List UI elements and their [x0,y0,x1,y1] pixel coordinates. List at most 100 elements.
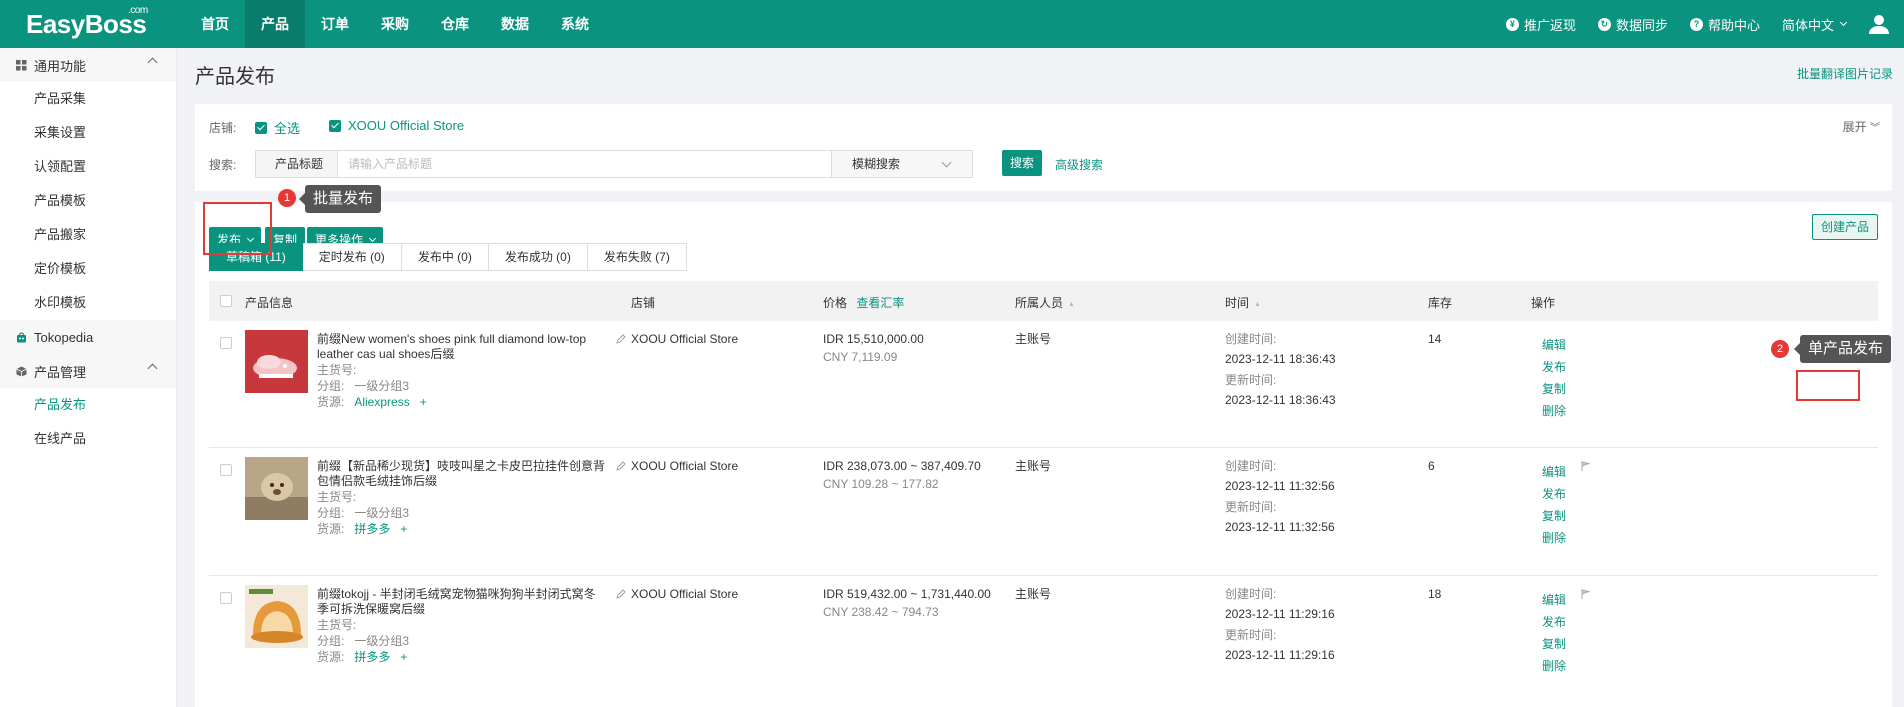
language-selector[interactable]: 简体中文 [1782,15,1848,34]
product-name[interactable]: 前缀tokojj - 半封闭毛绒窝宠物猫咪狗狗半封闭式窝冬季可拆洗保暖窝后缀 [317,587,607,617]
search-mode-select[interactable]: 模糊搜索 [832,151,972,177]
nav-data[interactable]: 数据 [485,0,545,48]
sidebar-item-claim-config[interactable]: 认领配置 [0,150,176,184]
help-center-link[interactable]: ? 帮助中心 [1689,15,1760,34]
product-source: 货源: Aliexpress + [317,395,427,410]
search-type-label[interactable]: 产品标题 [256,151,338,177]
source-link[interactable]: 拼多多 [354,650,390,664]
data-sync-link[interactable]: ↻ 数据同步 [1597,15,1668,34]
group-value: 一级分组3 [354,379,410,393]
nav-products[interactable]: 产品 [245,0,305,48]
copy-row-button[interactable]: 复制 [1542,380,1566,397]
publish-button[interactable]: 发布 [1542,485,1566,502]
sidebar-item-collect-settings[interactable]: 采集设置 [0,116,176,150]
select-all-label: 全选 [274,121,301,136]
edit-pencil-icon[interactable] [616,334,626,344]
product-name[interactable]: 前缀【新品稀少现货】吱吱叫星之卡皮巴拉挂件创意背包情侣款毛绒挂饰后缀 [317,459,607,489]
publish-button[interactable]: 发布 [1542,358,1566,375]
sidebar-item-product-move[interactable]: 产品搬家 [0,218,176,252]
search-button[interactable]: 搜索 [1002,150,1043,176]
add-source-icon[interactable]: + [400,650,407,664]
row-checkbox[interactable] [220,337,232,349]
sidebar-item-watermark-template[interactable]: 水印模板 [0,286,176,320]
row-created-time: 2023-12-11 11:32:56 [1225,479,1335,493]
sort-icon: ▲ [1254,301,1261,308]
product-group: 分组: 一级分组3 [317,506,409,521]
col-owner[interactable]: 所属人员 ▲ [1015,294,1075,311]
row-checkbox[interactable] [220,464,232,476]
row-checkbox[interactable] [220,592,232,604]
col-stock: 库存 [1428,296,1453,310]
sidebar-item-product-template[interactable]: 产品模板 [0,184,176,218]
grid-icon [16,59,27,70]
store-checkbox[interactable]: XOOU Official Store [329,118,464,133]
row-price-cny: CNY 238.42 ~ 794.73 [823,605,939,619]
nav-home[interactable]: 首页 [185,0,245,48]
top-right-menu: ¥ 推广返现 ↻ 数据同步 ? 帮助中心 简体中文 [1505,0,1904,48]
product-thumbnail[interactable] [245,330,308,393]
add-source-icon[interactable]: + [420,395,427,409]
batch-translate-record-link[interactable]: 批量翻译图片记录 [1797,65,1893,82]
tab-published[interactable]: 发布成功 (0) [488,243,588,271]
search-input[interactable]: 请输入产品标题 [338,151,832,177]
page-title: 产品发布 [195,66,275,88]
edit-pencil-icon[interactable] [616,589,626,599]
product-thumbnail[interactable] [245,457,308,520]
sku-label: 主货号: [317,490,357,504]
create-product-button[interactable]: 创建产品 [1811,214,1878,240]
source-link[interactable]: Aliexpress [354,395,409,409]
edit-button[interactable]: 编辑 [1542,463,1566,480]
annotation-tooltip-single-publish: 单产品发布 [1793,335,1892,363]
help-icon: ? [1689,17,1703,31]
sidebar-item-product-collect[interactable]: 产品采集 [0,82,176,116]
product-name[interactable]: 前缀New women's shoes pink full diamond lo… [317,332,607,362]
delete-button[interactable]: 删除 [1542,402,1566,419]
user-icon[interactable] [1868,13,1890,35]
product-thumbnail[interactable] [245,585,308,648]
nav-orders[interactable]: 订单 [305,0,365,48]
col-time[interactable]: 时间 ▲ [1225,294,1261,311]
sidebar-item-online-products[interactable]: 在线产品 [0,422,176,456]
source-label: 货源: [317,650,345,664]
edit-button[interactable]: 编辑 [1542,591,1566,608]
logo[interactable]: EasyBoss .com [0,5,185,40]
delete-button[interactable]: 删除 [1542,657,1566,674]
group-value: 一级分组3 [354,506,410,520]
table-header: 产品信息 店铺 价格 查看汇率 所属人员 ▲ 时间 ▲ 库存 操作 [209,281,1878,321]
select-all-rows-checkbox[interactable] [220,295,232,307]
filter-panel: 店铺: 全选 XOOU Official Store 展开 ︾ 搜索: 产品标题… [195,104,1892,191]
flag-icon[interactable] [1581,589,1590,599]
publish-button[interactable]: 发布 [1542,613,1566,630]
flag-icon[interactable] [1581,461,1590,471]
tab-scheduled[interactable]: 定时发布 (0) [302,243,402,271]
expand-filters-toggle[interactable]: 展开 ︾ [1843,118,1880,135]
view-exchange-rate-link[interactable]: 查看汇率 [856,296,904,310]
nav-purchase[interactable]: 采购 [365,0,425,48]
sidebar-item-product-publish[interactable]: 产品发布 [0,388,176,422]
source-link[interactable]: 拼多多 [354,522,390,536]
nav-system[interactable]: 系统 [545,0,605,48]
updated-label: 更新时间: [1225,373,1277,387]
search-group: 产品标题 请输入产品标题 模糊搜索 [255,150,973,178]
sidebar-item-pricing-template[interactable]: 定价模板 [0,252,176,286]
row-price-idr: IDR 519,432.00 ~ 1,731,440.00 [823,587,991,601]
tab-failed[interactable]: 发布失败 (7) [587,243,687,271]
table-row: 前缀tokojj - 半封闭毛绒窝宠物猫咪狗狗半封闭式窝冬季可拆洗保暖窝后缀 主… [209,577,1878,707]
advanced-search-link[interactable]: 高级搜索 [1055,156,1103,173]
tab-publishing[interactable]: 发布中 (0) [401,243,489,271]
store-filter-label: 店铺: [209,121,237,135]
sidebar-group-common[interactable]: 通用功能 [0,48,176,82]
copy-row-button[interactable]: 复制 [1542,507,1566,524]
delete-button[interactable]: 删除 [1542,529,1566,546]
product-list-panel: 发布 复制 更多操作 创建产品 草稿箱 (11) 定时发布 (0) 发布中 (0… [195,202,1892,707]
promo-link[interactable]: ¥ 推广返现 [1505,15,1576,34]
select-all-checkbox[interactable]: 全选 [255,118,300,137]
sidebar-group-tokopedia[interactable]: Tokopedia [0,320,176,354]
nav-warehouse[interactable]: 仓库 [425,0,485,48]
edit-button[interactable]: 编辑 [1542,336,1566,353]
sidebar-group-product-management[interactable]: 产品管理 [0,354,176,388]
help-center-label: 帮助中心 [1707,17,1760,33]
edit-pencil-icon[interactable] [616,461,626,471]
add-source-icon[interactable]: + [400,522,407,536]
copy-row-button[interactable]: 复制 [1542,635,1566,652]
